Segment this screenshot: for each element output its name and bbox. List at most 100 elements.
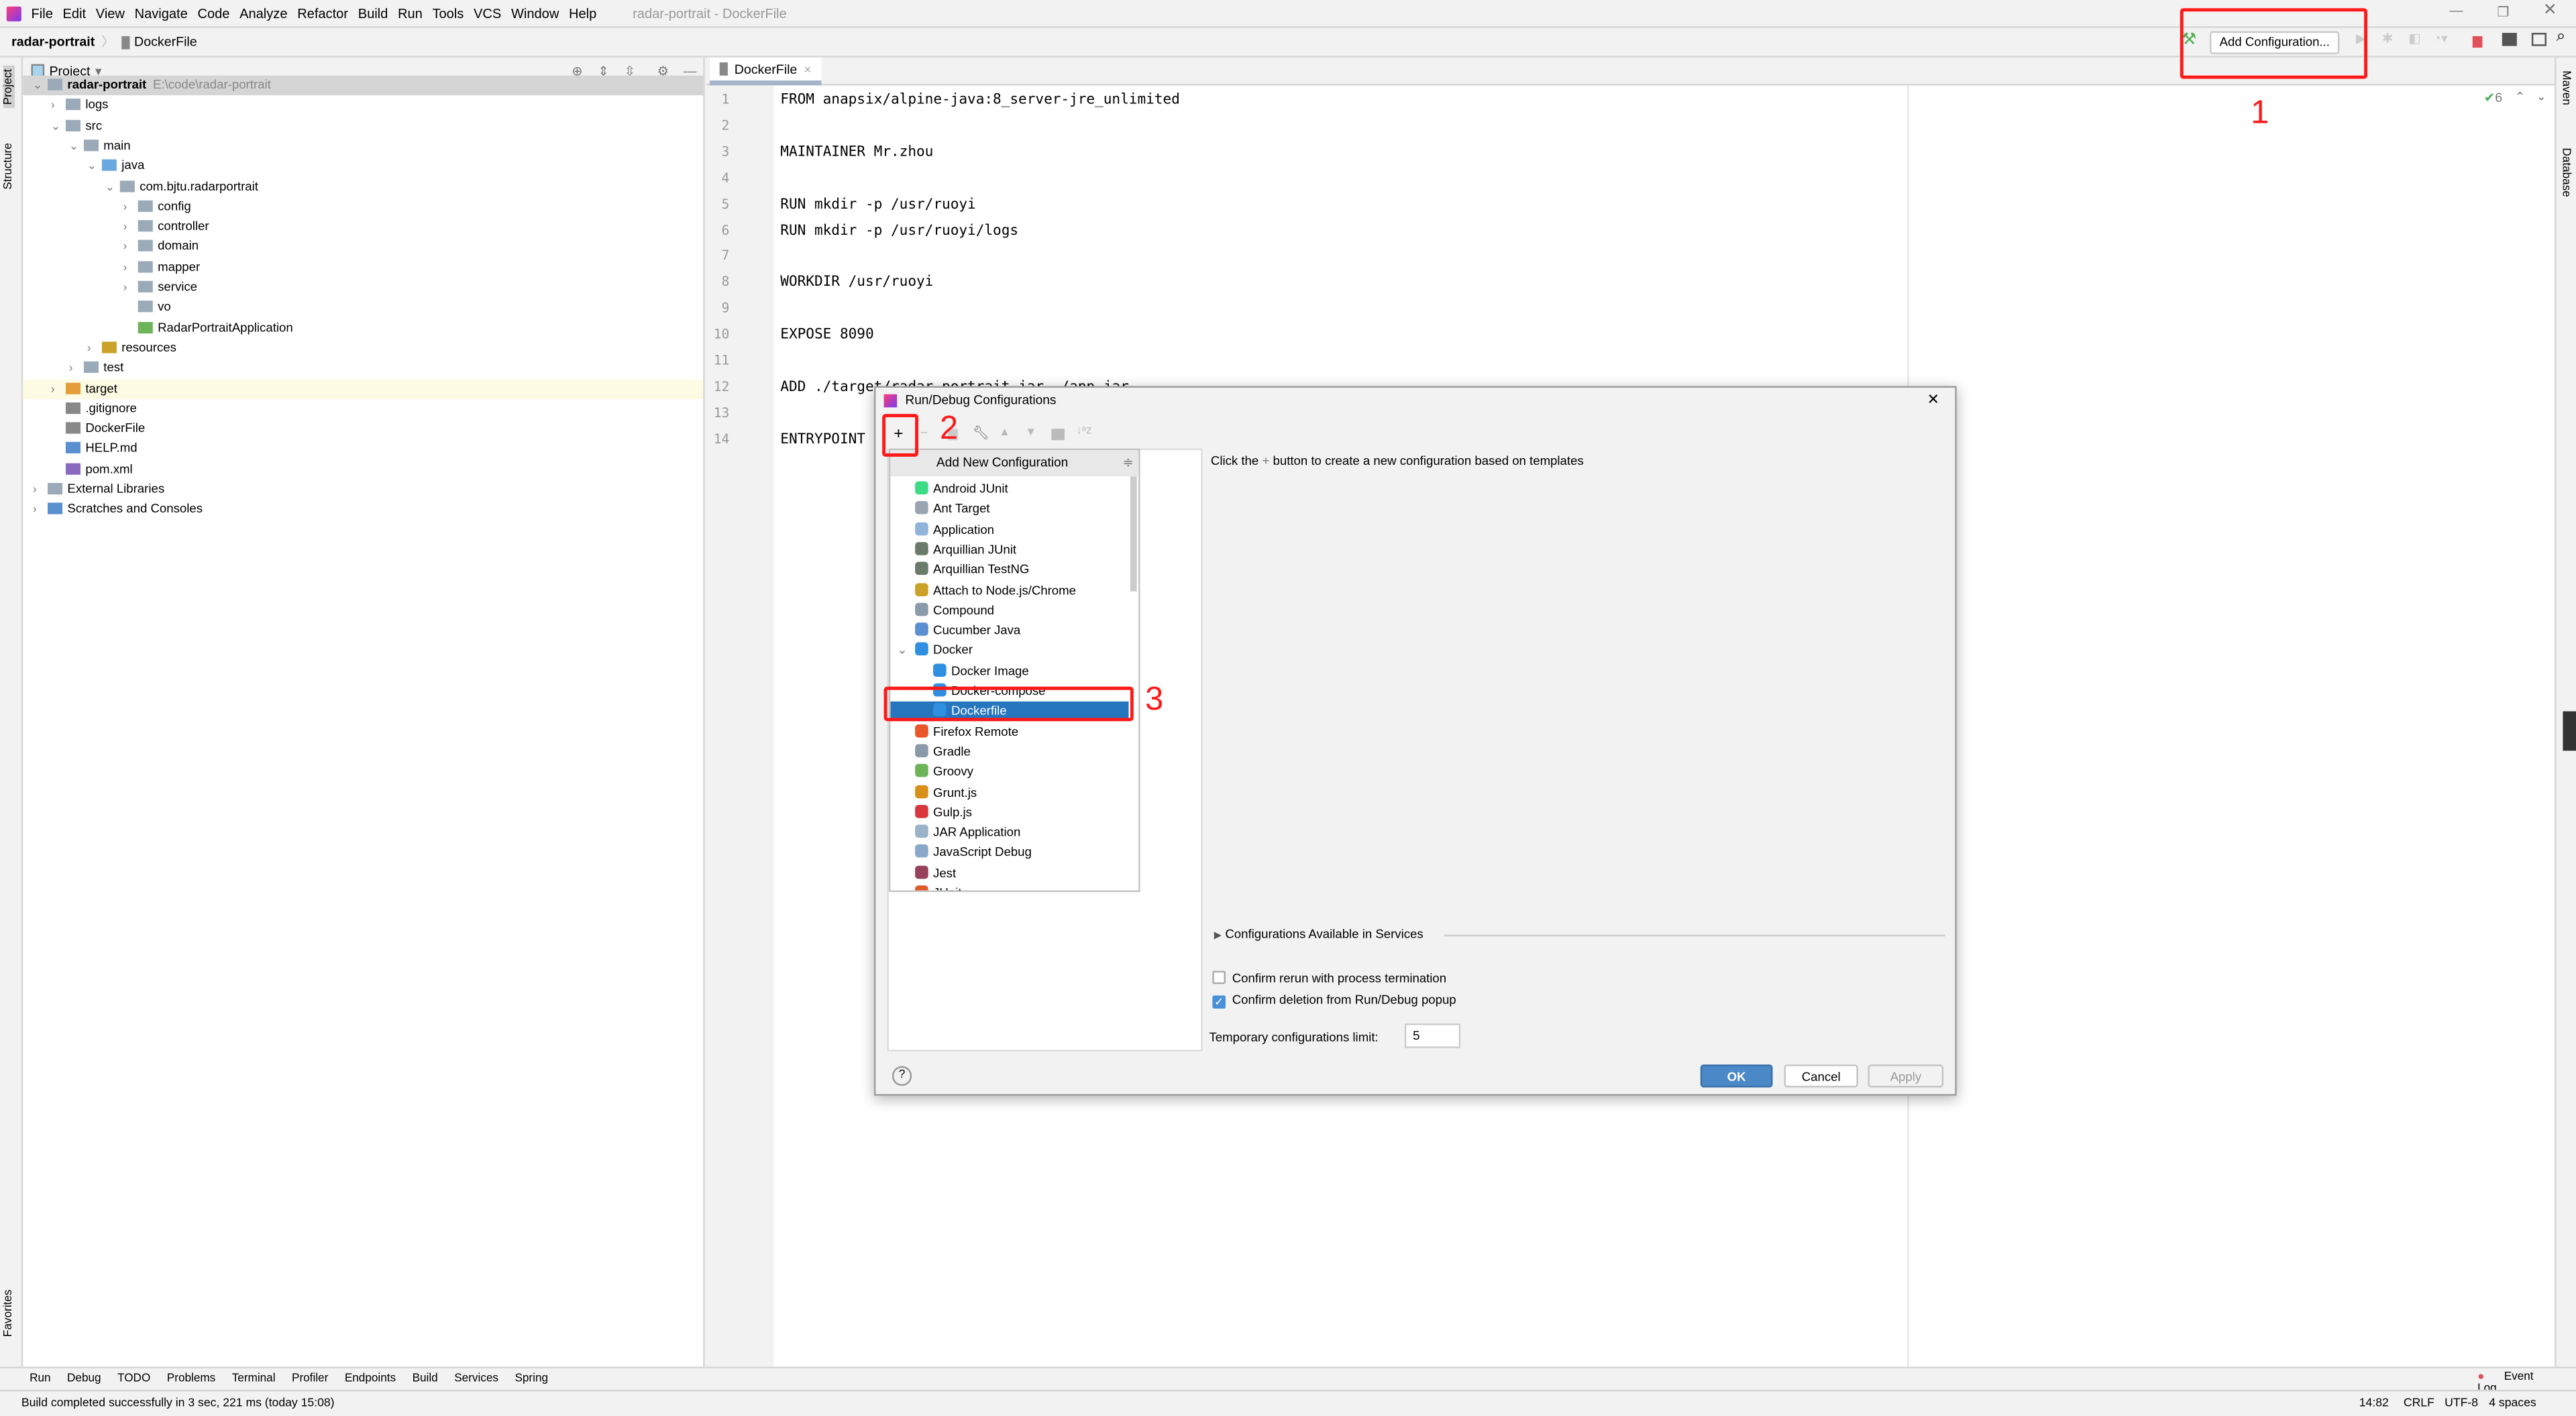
chevron-down-icon[interactable]: ⌄ [69, 138, 84, 157]
chevron-right-icon[interactable]: › [33, 502, 48, 521]
chevron-right-icon[interactable]: › [87, 340, 102, 360]
close-window-button[interactable]: ✕ [2543, 1, 2557, 19]
debug-icon[interactable]: ✱ [2382, 32, 2393, 46]
favorites-tool-tab[interactable]: Favorites [3, 1289, 15, 1337]
code-line[interactable]: WORKDIR /usr/ruoyi [780, 275, 933, 291]
cancel-button[interactable]: Cancel [1784, 1064, 1858, 1088]
tree-item[interactable]: pom.xml [23, 459, 703, 479]
new-folder-icon[interactable] [1051, 429, 1065, 441]
code-line[interactable]: RUN mkdir -p /usr/ruoyi [780, 197, 975, 213]
tree-item[interactable]: ⌄ src [23, 116, 703, 135]
tree-item[interactable]: › test [23, 358, 703, 378]
tree-item[interactable]: › logs [23, 96, 703, 115]
tree-item[interactable]: ⌄ java [23, 156, 703, 176]
prev-highlight-icon[interactable]: ⌃ [2515, 91, 2524, 103]
apply-button[interactable]: Apply [1868, 1064, 1944, 1088]
config-template-item[interactable]: JavaScript Debug [890, 843, 1128, 863]
chevron-right-icon[interactable]: › [123, 259, 138, 278]
config-template-item[interactable]: ⌄ Docker [890, 641, 1128, 661]
tool-build[interactable]: Build [413, 1373, 438, 1384]
services-section-toggle[interactable]: ▶ Configurations Available in Services [1214, 926, 1424, 941]
tree-item[interactable]: › service [23, 278, 703, 297]
chevron-down-icon[interactable]: ⌄ [87, 158, 102, 178]
code-line[interactable]: ENTRYPOINT [780, 431, 865, 447]
move-up-icon[interactable]: ▲ [999, 427, 1010, 439]
tool-debug[interactable]: Debug [67, 1373, 101, 1384]
menu-file[interactable]: File [32, 6, 53, 21]
chevron-right-icon[interactable]: › [51, 380, 66, 400]
tool-run[interactable]: Run [30, 1373, 50, 1384]
menu-refactor[interactable]: Refactor [297, 6, 348, 21]
line-separator[interactable]: CRLF [2404, 1394, 2434, 1409]
menu-edit[interactable]: Edit [63, 6, 87, 21]
file-encoding[interactable]: UTF-8 [2445, 1394, 2478, 1409]
menu-code[interactable]: Code [197, 6, 229, 21]
dialog-close-button[interactable]: ✕ [1927, 391, 1939, 409]
chevron-down-icon[interactable]: ⌄ [33, 77, 48, 97]
chevron-right-icon[interactable]: › [69, 360, 84, 380]
config-template-item[interactable]: Arquillian JUnit [890, 540, 1128, 559]
inspection-ok-icon[interactable]: ✔6 [2484, 91, 2502, 105]
code-line[interactable]: FROM anapsix/alpine-java:8_server-jre_un… [780, 92, 1180, 108]
restore-button[interactable]: ❐ [2497, 3, 2509, 19]
menu-window[interactable]: Window [511, 6, 559, 21]
profile-icon[interactable]: ◔▾ [2433, 32, 2448, 46]
tree-item[interactable]: ⌄ radar-portrait E:\code\radar-portrait [23, 75, 704, 97]
scroll-handle[interactable] [2563, 711, 2576, 751]
config-template-item[interactable]: Docker Image [890, 661, 1128, 681]
config-template-item[interactable]: JUnit [890, 884, 1128, 891]
search-icon[interactable]: ⌕ [2557, 28, 2566, 46]
tool-spring[interactable]: Spring [515, 1373, 548, 1384]
indent-setting[interactable]: 4 spaces [2489, 1394, 2536, 1409]
tree-item[interactable]: › target [23, 378, 704, 400]
tree-item[interactable]: › resources [23, 338, 703, 358]
coverage-icon[interactable]: ◧ [2408, 32, 2421, 46]
project-tool-tab[interactable]: Project [3, 65, 15, 109]
config-template-item[interactable]: Grunt.js [890, 783, 1128, 802]
chevron-right-icon[interactable]: › [51, 97, 66, 117]
chevron-right-icon[interactable]: › [123, 199, 138, 218]
menu-analyze[interactable]: Analyze [239, 6, 287, 21]
collapse-icon[interactable]: ≑ [1123, 450, 1134, 476]
menu-navigate[interactable]: Navigate [135, 6, 188, 21]
next-highlight-icon[interactable]: ⌄ [2536, 91, 2546, 103]
confirm-rerun-checkbox[interactable]: Confirm rerun with process termination [1212, 971, 1446, 985]
chevron-right-icon[interactable]: › [123, 239, 138, 258]
config-template-item[interactable]: Compound [890, 601, 1128, 620]
menu-vcs[interactable]: VCS [474, 6, 501, 21]
tab-dockerfile[interactable]: DockerFile × [709, 57, 822, 86]
structure-tool-tab[interactable]: Structure [3, 143, 15, 190]
chevron-down-icon[interactable]: ⌄ [105, 178, 120, 198]
help-button[interactable]: ? [892, 1066, 912, 1086]
config-template-item[interactable]: Ant Target [890, 500, 1128, 519]
menu-tools[interactable]: Tools [433, 6, 464, 21]
menu-build[interactable]: Build [358, 6, 388, 21]
tool-terminal[interactable]: Terminal [232, 1373, 276, 1384]
code-line[interactable]: RUN mkdir -p /usr/ruoyi/logs [780, 223, 1018, 239]
caret-position[interactable]: 14:82 [2359, 1394, 2389, 1409]
minimize-button[interactable]: — [2449, 3, 2463, 18]
menu-run[interactable]: Run [398, 6, 423, 21]
confirm-deletion-checkbox[interactable]: ✓ Confirm deletion from Run/Debug popup [1212, 992, 1456, 1009]
menu-view[interactable]: View [96, 6, 125, 21]
tree-item[interactable]: RadarPortraitApplication [23, 318, 703, 337]
tree-item[interactable]: › Scratches and Consoles [23, 500, 703, 519]
tree-item[interactable]: ⌄ main [23, 136, 703, 156]
tool-todo[interactable]: TODO [117, 1373, 150, 1384]
temp-limit-input[interactable]: 5 [1404, 1023, 1461, 1048]
tree-item[interactable]: › controller [23, 217, 703, 236]
database-tool-tab[interactable]: Database [2560, 148, 2571, 197]
popup-scrollbar[interactable] [1130, 476, 1137, 592]
code-line[interactable]: MAINTAINER Mr.zhou [780, 144, 933, 160]
tool-profiler[interactable]: Profiler [292, 1373, 328, 1384]
breadcrumb-project[interactable]: radar-portrait [11, 34, 95, 49]
config-template-item[interactable]: Firefox Remote [890, 722, 1128, 742]
chevron-down-icon[interactable]: ⌄ [51, 117, 66, 137]
tree-item[interactable]: › domain [23, 237, 703, 257]
config-template-item[interactable]: Arquillian TestNG [890, 561, 1128, 580]
config-template-item[interactable]: Gradle [890, 743, 1128, 762]
tree-item[interactable]: › External Libraries [23, 480, 703, 499]
sort-icon[interactable]: ↓ᵃz [1076, 425, 1092, 437]
chevron-right-icon[interactable]: › [33, 482, 48, 501]
remove-configuration-button[interactable]: − [920, 425, 927, 440]
